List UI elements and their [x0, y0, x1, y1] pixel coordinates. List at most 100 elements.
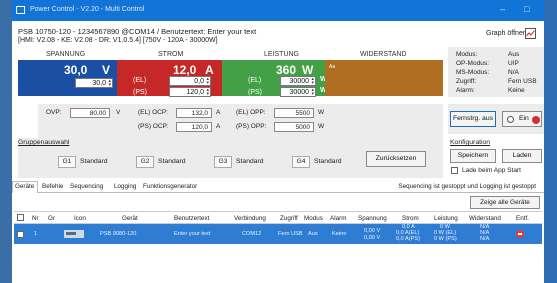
- resistance-header: WIDERSTAND: [360, 51, 407, 58]
- power-el-input[interactable]: 30000 ▴ ▾: [280, 76, 316, 86]
- power-ps-spin-icon[interactable]: ▴ ▾: [311, 88, 314, 97]
- col-geraet: Gerät: [122, 215, 138, 222]
- device-icon: [64, 230, 84, 238]
- ps-ocp-input[interactable]: 120,0: [176, 122, 212, 132]
- status-key: OP-Modus:: [456, 60, 489, 67]
- group-g3-name: Standard: [236, 158, 264, 165]
- el-ocp-label: (EL) OCP:: [138, 109, 168, 116]
- row-alarm: Keine: [332, 231, 347, 237]
- group-g2-name: Standard: [158, 158, 186, 165]
- device-line: PSB 10750-120 - 1234567890 @COM14 / Benu…: [18, 27, 257, 36]
- status-value: Keine: [508, 87, 525, 94]
- graph-icon[interactable]: [525, 28, 536, 39]
- power-el-spin-icon[interactable]: ▴ ▾: [311, 77, 314, 86]
- status-key: MS-Modus:: [456, 69, 490, 76]
- col-zugriff: Zugriff: [280, 215, 298, 222]
- tab-befehle[interactable]: Befehle: [42, 183, 63, 190]
- resistance-block: Aa: [325, 60, 443, 96]
- reset-button[interactable]: Zurücksetzen: [366, 151, 426, 167]
- voltage-set-input[interactable]: 30,0 ▴ ▾: [75, 78, 113, 88]
- power-actual: 360: [276, 63, 297, 77]
- minimize-icon[interactable]: –: [500, 4, 505, 14]
- status-panel: Modus: Aus OP-Modus: UIP MS-Modus: N/A Z…: [448, 47, 544, 97]
- minus-icon: [518, 233, 522, 235]
- voltage-block: 30,0 V 30,0 ▴ ▾: [18, 60, 117, 96]
- row-spannung-2: 0,00 V: [364, 235, 381, 241]
- status-value: Fern USB: [508, 78, 537, 85]
- show-all-devices-button[interactable]: Zeige alle Geräte: [470, 196, 540, 209]
- current-el-input[interactable]: 0,0 ▴ ▾: [169, 76, 211, 86]
- voltage-header: SPANNUNG: [46, 51, 86, 58]
- current-ps-spin-icon[interactable]: ▴ ▾: [206, 88, 209, 97]
- app-window: Power Control - V2.20 - Multi Control – …: [12, 0, 544, 283]
- current-block: 12,0 A (EL) (PS) 0,0 ▴ ▾ 120,0 ▴ ▾: [117, 60, 222, 97]
- col-icon: Icon: [74, 215, 86, 222]
- col-modus: Modus: [304, 215, 323, 222]
- power-el-label: (EL): [248, 77, 262, 84]
- current-header: STROM: [158, 51, 184, 58]
- current-ps-input[interactable]: 120,0 ▴ ▾: [169, 87, 211, 97]
- status-key: Zugriff:: [456, 78, 477, 85]
- tab-bar: Geräte Befehle Sequencing Logging Funkti…: [12, 181, 544, 193]
- configuration-panel: Konfiguration Speichern Laden Lade beim …: [448, 138, 544, 178]
- protection-panel: OVP: 80,00 V (EL) OCP: 132,0 A (PS) OCP:…: [38, 104, 443, 138]
- group-g4-name: Standard: [314, 158, 342, 165]
- voltage-spin-icon[interactable]: ▴ ▾: [108, 79, 111, 88]
- title-bar: Power Control - V2.20 - Multi Control – …: [12, 0, 544, 21]
- power-ps-input[interactable]: 30000 ▴ ▾: [280, 87, 316, 97]
- group-g1-name: Standard: [80, 158, 108, 165]
- current-ps-label: (PS): [133, 89, 147, 96]
- col-nr: Nr: [32, 215, 39, 222]
- voltage-unit: V: [102, 63, 111, 77]
- ovp-input[interactable]: 80,00: [70, 108, 110, 118]
- configuration-title: Konfiguration: [450, 139, 491, 146]
- row-benutzertext: Enter your text: [174, 231, 211, 237]
- row-strom-3: 0,0 A(PS): [396, 236, 420, 242]
- row-leistung-3: 0 W (PS): [434, 236, 457, 242]
- left-background-strip: [0, 0, 12, 283]
- status-key: Alarm:: [456, 87, 475, 94]
- group-g4-button[interactable]: G4: [292, 156, 310, 168]
- current-el-label: (EL): [133, 77, 147, 84]
- tab-geraete[interactable]: Geräte: [15, 183, 34, 190]
- sequencing-status: Sequencing ist gestoppt und Logging ist …: [398, 183, 536, 190]
- remove-device-icon[interactable]: [516, 230, 524, 238]
- voltage-actual: 30,0: [64, 63, 88, 77]
- tab-sequencing[interactable]: Sequencing: [70, 183, 103, 190]
- row-checkbox[interactable]: [17, 231, 24, 238]
- autoload-label: Lade beim App Start: [462, 167, 521, 174]
- ps-ocp-unit: A: [216, 123, 221, 130]
- status-key: Modus:: [456, 51, 478, 58]
- group-g2-button[interactable]: G2: [136, 156, 154, 168]
- power-on-button[interactable]: Ein: [502, 111, 542, 127]
- tab-funktionsgenerator[interactable]: Funktionsgenerator: [143, 183, 197, 190]
- window-title: Power Control - V2.20 - Multi Control: [30, 6, 145, 13]
- group-g1-button[interactable]: G1: [58, 156, 76, 168]
- current-el-spin-icon[interactable]: ▴ ▾: [206, 77, 209, 86]
- remote-off-button[interactable]: Fernstrg. aus: [450, 111, 496, 127]
- save-button[interactable]: Speichern: [450, 149, 496, 163]
- power-block: 360 W (EL) (PS) 30000 ▴ ▾ 30000 ▴ ▾ W W: [222, 60, 327, 97]
- select-all-checkbox[interactable]: [17, 214, 24, 221]
- maximize-icon[interactable]: □: [524, 4, 529, 14]
- el-opp-unit: W: [318, 109, 325, 116]
- el-opp-label: (EL) OPP:: [236, 109, 266, 116]
- el-opp-input[interactable]: 5500: [274, 108, 314, 118]
- load-button[interactable]: Laden: [502, 149, 542, 163]
- status-value: Aus: [508, 51, 520, 58]
- autoload-checkbox[interactable]: [451, 167, 458, 174]
- table-row[interactable]: 1 PSB 9080-120 Enter your text COM12 Fer…: [14, 224, 542, 244]
- app-icon: [16, 6, 25, 14]
- row-geraet: PSB 9080-120: [100, 231, 137, 237]
- power-ps-label: (PS): [248, 89, 262, 96]
- tab-logging[interactable]: Logging: [114, 183, 136, 190]
- col-verbindung: Verbindung: [234, 215, 266, 222]
- status-value: UIP: [508, 60, 519, 67]
- el-ocp-input[interactable]: 132,0: [176, 108, 212, 118]
- ps-opp-input[interactable]: 5000: [274, 122, 314, 132]
- group-g3-button[interactable]: G3: [214, 156, 232, 168]
- graph-open-link[interactable]: Graph öffnen: [486, 30, 527, 37]
- el-ocp-unit: A: [216, 109, 221, 116]
- col-widerstand: Widerstand: [469, 215, 501, 222]
- row-modus: Aus: [308, 231, 318, 237]
